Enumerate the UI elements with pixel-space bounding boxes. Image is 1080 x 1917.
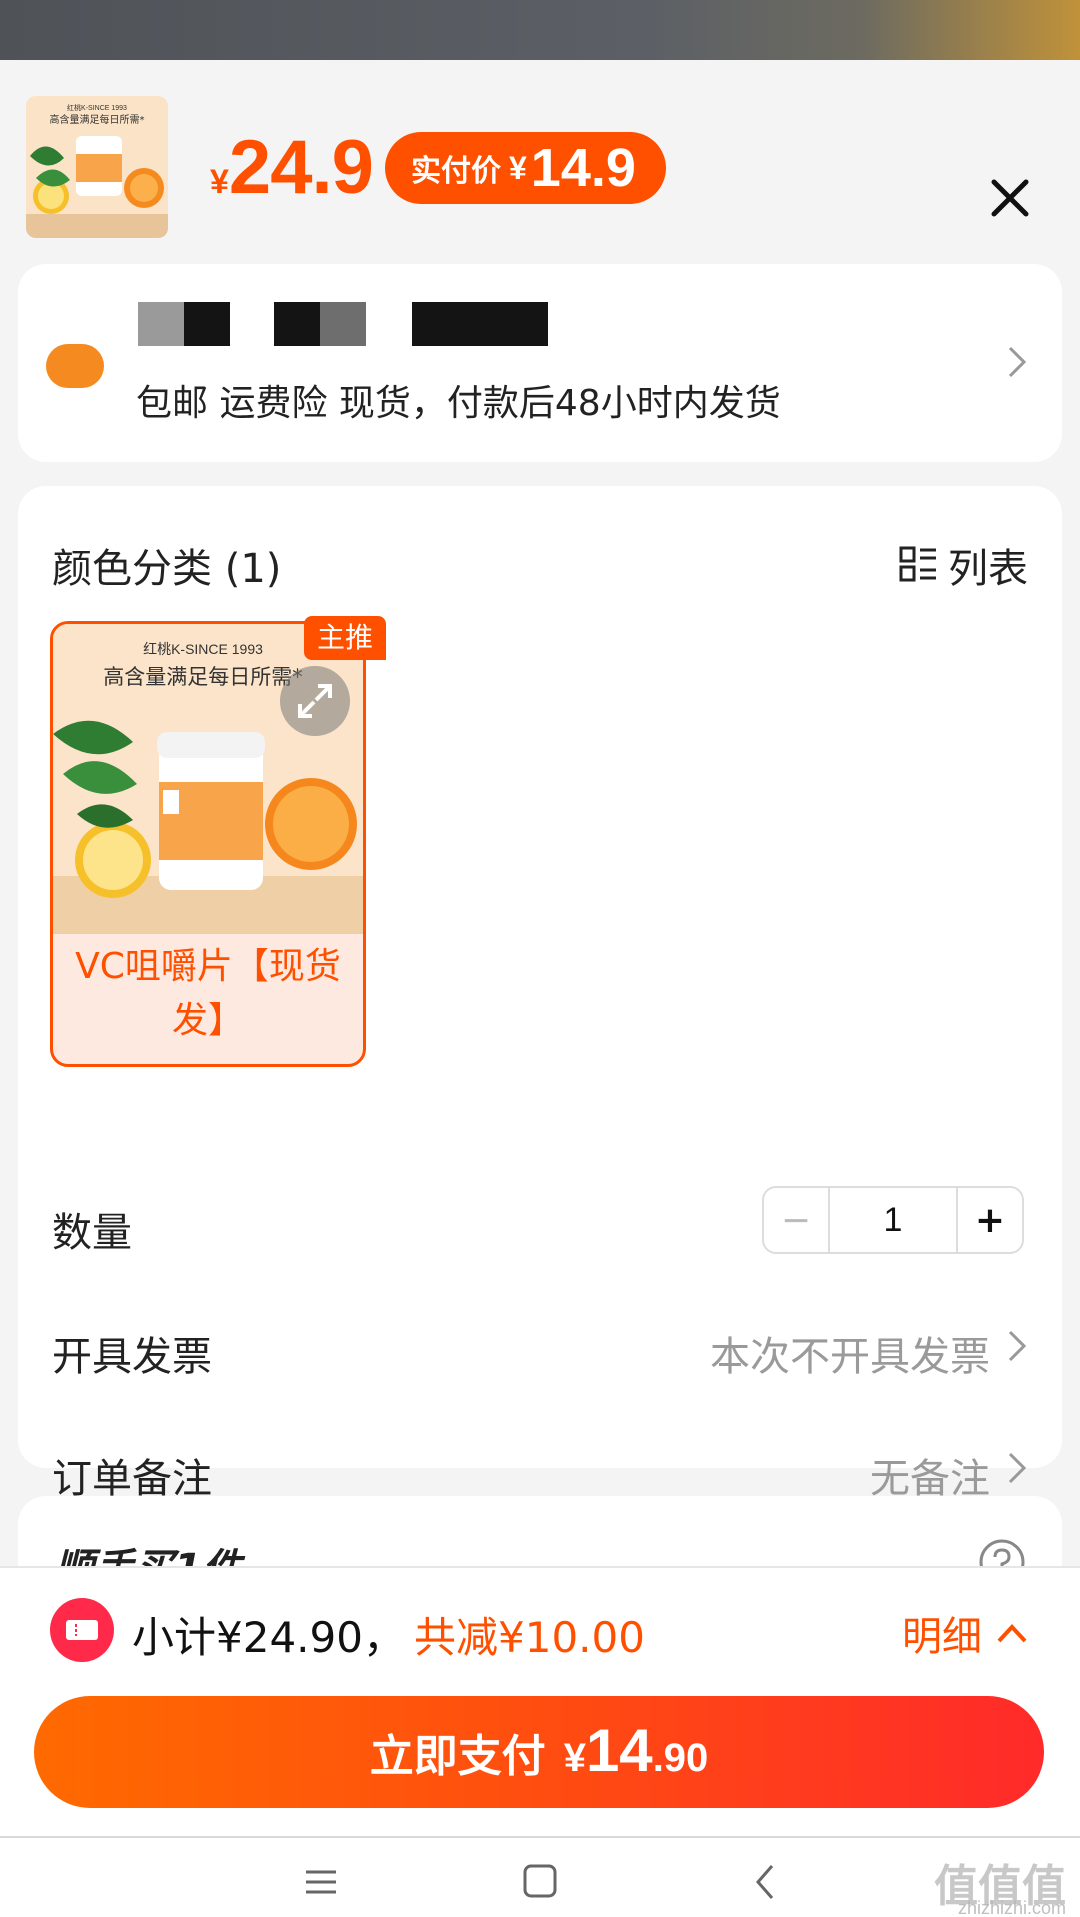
invoice-label: 开具发票 — [52, 1334, 212, 1380]
watermark-url: zhizhizhi.com — [957, 1898, 1066, 1917]
pay-button-amount-int: 14 — [585, 1717, 653, 1784]
back-icon[interactable] — [740, 1860, 790, 1904]
redacted-block — [320, 302, 366, 346]
chevron-right-icon — [1006, 344, 1028, 380]
featured-badge: 主推 — [304, 616, 386, 660]
pay-button-label: 立即支付 — [369, 1731, 546, 1782]
actual-price-pill: 实付价 ¥ 14.9 — [385, 132, 666, 204]
subtotal-text: 小计¥24.90， — [132, 1613, 405, 1662]
redacted-block — [412, 302, 548, 346]
quantity-stepper: − 1 + — [762, 1186, 1024, 1254]
address-shipping-card[interactable]: 包邮 运费险 现货，付款后48小时内发货 — [18, 264, 1062, 462]
location-icon — [46, 344, 104, 388]
sku-image-brand: 红桃K-SINCE 1993 — [143, 641, 263, 657]
chevron-right-icon — [1006, 1450, 1028, 1486]
invoice-value[interactable]: 本次不开具发票 — [710, 1324, 990, 1382]
quantity-plus-button[interactable]: + — [956, 1188, 1022, 1252]
chevron-up-icon — [997, 1624, 1027, 1643]
product-thumbnail[interactable]: 红桃K-SINCE 1993 高含量满足每日所需* — [26, 96, 168, 238]
discount-text: 共减¥10.00 — [414, 1613, 645, 1662]
svg-text:高含量满足每日所需*: 高含量满足每日所需* — [50, 113, 145, 126]
background-image-strip — [0, 0, 1080, 62]
quantity-label: 数量 — [52, 1210, 132, 1256]
redacted-block — [138, 302, 184, 346]
system-nav-bar — [0, 1836, 1080, 1917]
list-toggle-label: 列表 — [948, 546, 1028, 592]
menu-icon[interactable] — [296, 1860, 346, 1904]
list-icon — [899, 546, 936, 582]
detail-toggle[interactable]: 明细 — [902, 1604, 1028, 1662]
coupon-icon — [50, 1598, 114, 1662]
pay-button-symbol: ¥ — [563, 1736, 586, 1780]
sku-image-slogan: 高含量满足每日所需* — [103, 665, 303, 689]
expand-image-icon[interactable] — [280, 666, 350, 736]
svg-text:红桃K-SINCE 1993: 红桃K-SINCE 1993 — [67, 103, 127, 112]
shipping-info: 包邮 运费险 现货，付款后48小时内发货 — [136, 383, 781, 424]
pay-button-amount-dec: .90 — [652, 1736, 709, 1780]
list-view-toggle[interactable]: 列表 — [898, 536, 1028, 594]
quantity-value[interactable]: 1 — [830, 1188, 956, 1252]
detail-label: 明细 — [902, 1614, 982, 1660]
redacted-block — [184, 302, 230, 346]
sku-label: VC咀嚼片【现货发】 — [75, 946, 341, 1041]
chevron-right-icon — [1006, 1328, 1028, 1364]
sheet-header: 红桃K-SINCE 1993 高含量满足每日所需* ¥24.9 实付价 ¥ 14… — [0, 60, 1080, 260]
quantity-minus-button[interactable]: − — [764, 1188, 830, 1252]
color-category-title: 颜色分类 (1) — [52, 546, 282, 592]
checkout-bar: 小计¥24.90， 共减¥10.00 明细 立即支付 ¥ 14 .90 — [0, 1566, 1080, 1836]
home-icon[interactable] — [515, 1860, 565, 1904]
original-price: ¥24.9 — [210, 125, 374, 210]
close-icon[interactable] — [984, 172, 1036, 224]
purchase-sheet: 红桃K-SINCE 1993 高含量满足每日所需* ¥24.9 实付价 ¥ 14… — [0, 60, 1080, 1917]
options-card: 颜色分类 (1) 列表 红桃K-SINCE 1993 高含量满足每日所需* VC… — [18, 486, 1062, 1502]
redacted-block — [274, 302, 320, 346]
pay-now-button[interactable]: 立即支付 ¥ 14 .90 — [34, 1696, 1044, 1808]
